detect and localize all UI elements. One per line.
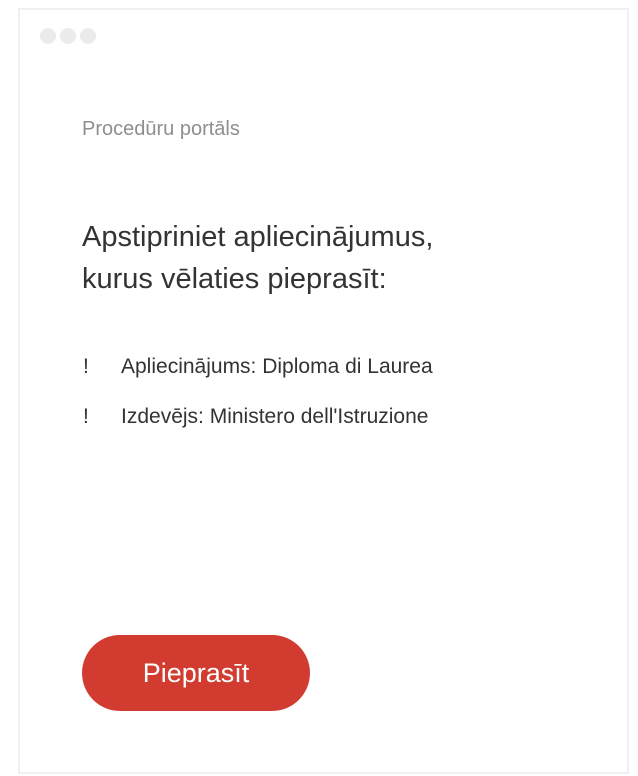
heading-line-1: Apstipriniet apliecinājumus, <box>82 221 434 253</box>
portal-label: Procedūru portāls <box>82 118 240 140</box>
list-item: ! Izdevējs: Ministero dell'Istruzione <box>82 404 433 430</box>
window-dot-3[interactable] <box>80 28 96 44</box>
heading-line-2: kurus vēlaties pieprasīt: <box>82 263 387 295</box>
exclamation-icon: ! <box>83 405 89 428</box>
page-heading: Apstipriniet apliecinājumus, kurus vēlat… <box>82 216 582 300</box>
window-controls <box>40 28 96 44</box>
item-text: Izdevējs: Ministero dell'Istruzione <box>121 405 429 428</box>
app-window: Procedūru portāls Apstipriniet apliecinā… <box>18 8 629 774</box>
item-text: Apliecinājums: Diploma di Laurea <box>121 355 433 378</box>
request-button[interactable]: Pieprasīt <box>82 635 310 711</box>
credential-list: ! Apliecinājums: Diploma di Laurea ! Izd… <box>82 354 433 454</box>
window-dot-2[interactable] <box>60 28 76 44</box>
window-dot-1[interactable] <box>40 28 56 44</box>
list-item: ! Apliecinājums: Diploma di Laurea <box>82 354 433 380</box>
exclamation-icon: ! <box>83 355 89 378</box>
